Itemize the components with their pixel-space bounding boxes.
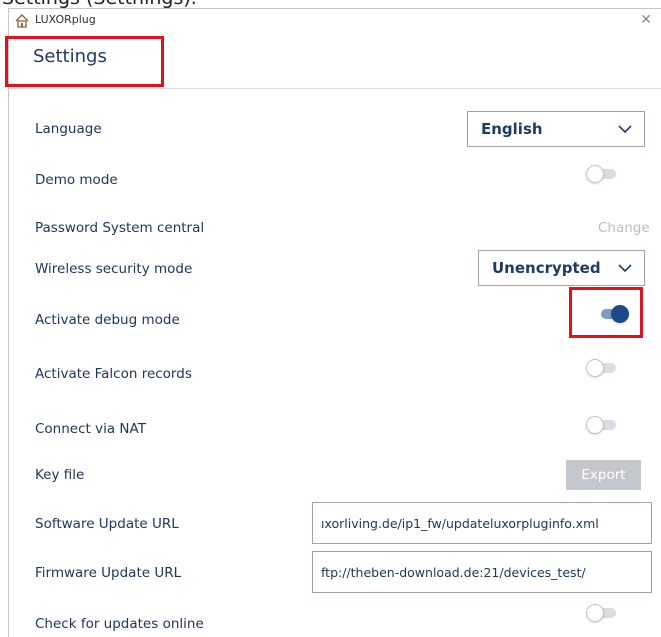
toggle-knob	[586, 416, 604, 434]
language-dropdown[interactable]: English	[467, 111, 645, 147]
export-button[interactable]: Export	[566, 460, 641, 490]
chevron-down-icon	[618, 264, 632, 273]
toggle-knob	[586, 165, 604, 183]
toggle-knob	[586, 359, 604, 377]
nat-label: Connect via NAT	[35, 421, 146, 437]
firmware-url-label: Firmware Update URL	[35, 565, 182, 581]
title-bar: LUXORplug ✕	[9, 9, 661, 33]
firmware-url-field[interactable]	[312, 551, 652, 593]
toggle-knob	[611, 305, 629, 323]
luxorplug-app-icon	[14, 13, 30, 28]
toggle-knob	[586, 604, 604, 622]
page: Settings (Setthings). LUXORplug ✕ Settin…	[0, 0, 661, 637]
settings-header: Settings	[9, 33, 661, 89]
software-url-label: Software Update URL	[35, 516, 179, 532]
wireless-security-label: Wireless security mode	[35, 261, 193, 277]
language-label: Language	[35, 121, 102, 137]
demo-mode-label: Demo mode	[35, 172, 118, 188]
nat-toggle[interactable]	[586, 415, 618, 435]
password-label: Password System central	[35, 220, 205, 236]
falcon-records-label: Activate Falcon records	[35, 366, 192, 382]
page-title: Settings	[33, 46, 107, 67]
chevron-down-icon	[618, 125, 632, 134]
close-icon[interactable]: ✕	[639, 12, 653, 28]
debug-mode-toggle[interactable]	[598, 304, 630, 324]
app-window: LUXORplug ✕ Settings Language English De…	[8, 8, 661, 637]
window-title: LUXORplug	[35, 13, 96, 26]
wireless-security-value: Unencrypted	[492, 259, 601, 277]
check-updates-label: Check for updates online	[35, 616, 204, 632]
demo-mode-toggle[interactable]	[586, 164, 618, 184]
software-url-field[interactable]	[312, 502, 652, 544]
debug-mode-label: Activate debug mode	[35, 312, 180, 328]
change-password-button[interactable]: Change	[598, 220, 650, 236]
falcon-records-toggle[interactable]	[586, 358, 618, 378]
key-file-label: Key file	[35, 467, 85, 483]
wireless-security-dropdown[interactable]: Unencrypted	[478, 250, 645, 286]
language-value: English	[481, 120, 543, 138]
check-updates-toggle[interactable]	[586, 603, 618, 623]
